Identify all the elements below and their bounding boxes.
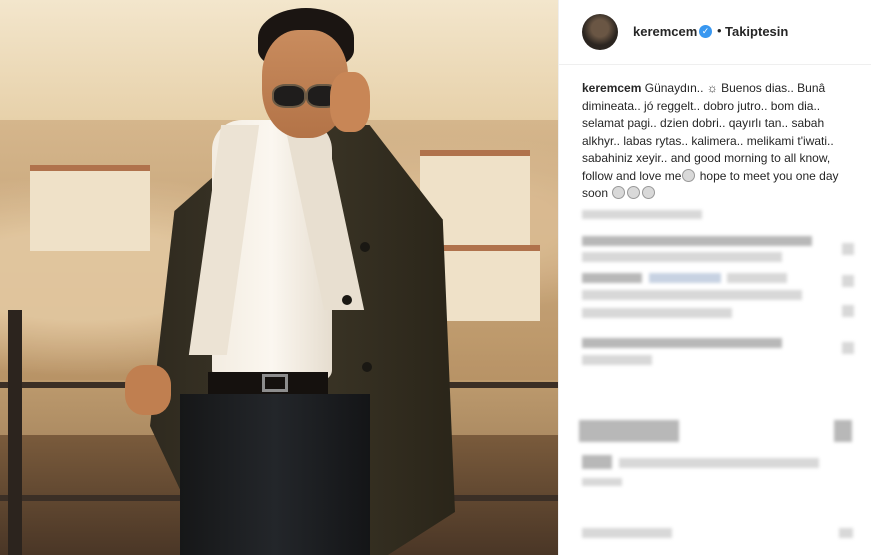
blurred-comment-input[interactable] xyxy=(582,528,672,538)
blurred-comment xyxy=(582,355,652,365)
blurred-comment xyxy=(582,236,812,246)
coat-button xyxy=(362,362,372,372)
blurred-comment xyxy=(582,338,782,348)
caption-text: Günaydın.. ☼ Buenos dias.. Bunâ dimineat… xyxy=(582,81,834,183)
blurred-bookmark-icon xyxy=(834,420,852,442)
coat-button xyxy=(360,242,370,252)
hand xyxy=(125,365,171,415)
blurred-comment xyxy=(582,290,802,300)
kiss-emoji-icon xyxy=(642,186,656,199)
blurred-likes xyxy=(619,458,819,468)
post-side-panel: keremcem ✓ • Takiptesin keremcem Günaydı… xyxy=(558,0,871,555)
people-emoji-icon xyxy=(612,186,626,199)
post-caption: keremcem Günaydın.. ☼ Buenos dias.. Bunâ… xyxy=(582,80,852,203)
avatar[interactable] xyxy=(582,14,618,50)
jeans xyxy=(180,394,370,555)
blurred-more-icon[interactable] xyxy=(839,528,853,538)
photo-person xyxy=(0,0,558,555)
username-link[interactable]: keremcem xyxy=(633,24,697,39)
belt-buckle xyxy=(262,374,288,392)
raised-hands-emoji-icon xyxy=(627,186,641,199)
blurred-likes xyxy=(582,455,612,469)
blurred-comment xyxy=(582,308,732,318)
blurred-comment xyxy=(727,273,787,283)
blurred-like-icon xyxy=(842,275,854,287)
post-photo[interactable] xyxy=(0,0,558,555)
verified-check-icon: ✓ xyxy=(699,25,712,38)
follow-status-button[interactable]: Takiptesin xyxy=(725,24,788,39)
blurred-comment xyxy=(582,210,702,219)
caption-username-link[interactable]: keremcem xyxy=(582,81,641,95)
blurred-like-icon xyxy=(842,305,854,317)
blurred-comment xyxy=(582,252,782,262)
post-header: keremcem ✓ • Takiptesin xyxy=(559,0,871,65)
coat-button xyxy=(342,295,352,305)
hand xyxy=(330,72,370,132)
wink-emoji-icon xyxy=(682,168,696,182)
blurred-comment xyxy=(582,478,622,486)
blurred-like-icon xyxy=(842,342,854,354)
separator-dot: • xyxy=(717,23,722,38)
sunglasses-lens xyxy=(272,84,306,108)
blurred-comment xyxy=(582,273,642,283)
blurred-action-icons xyxy=(579,420,679,442)
blurred-comment xyxy=(649,273,721,283)
blurred-like-icon xyxy=(842,243,854,255)
